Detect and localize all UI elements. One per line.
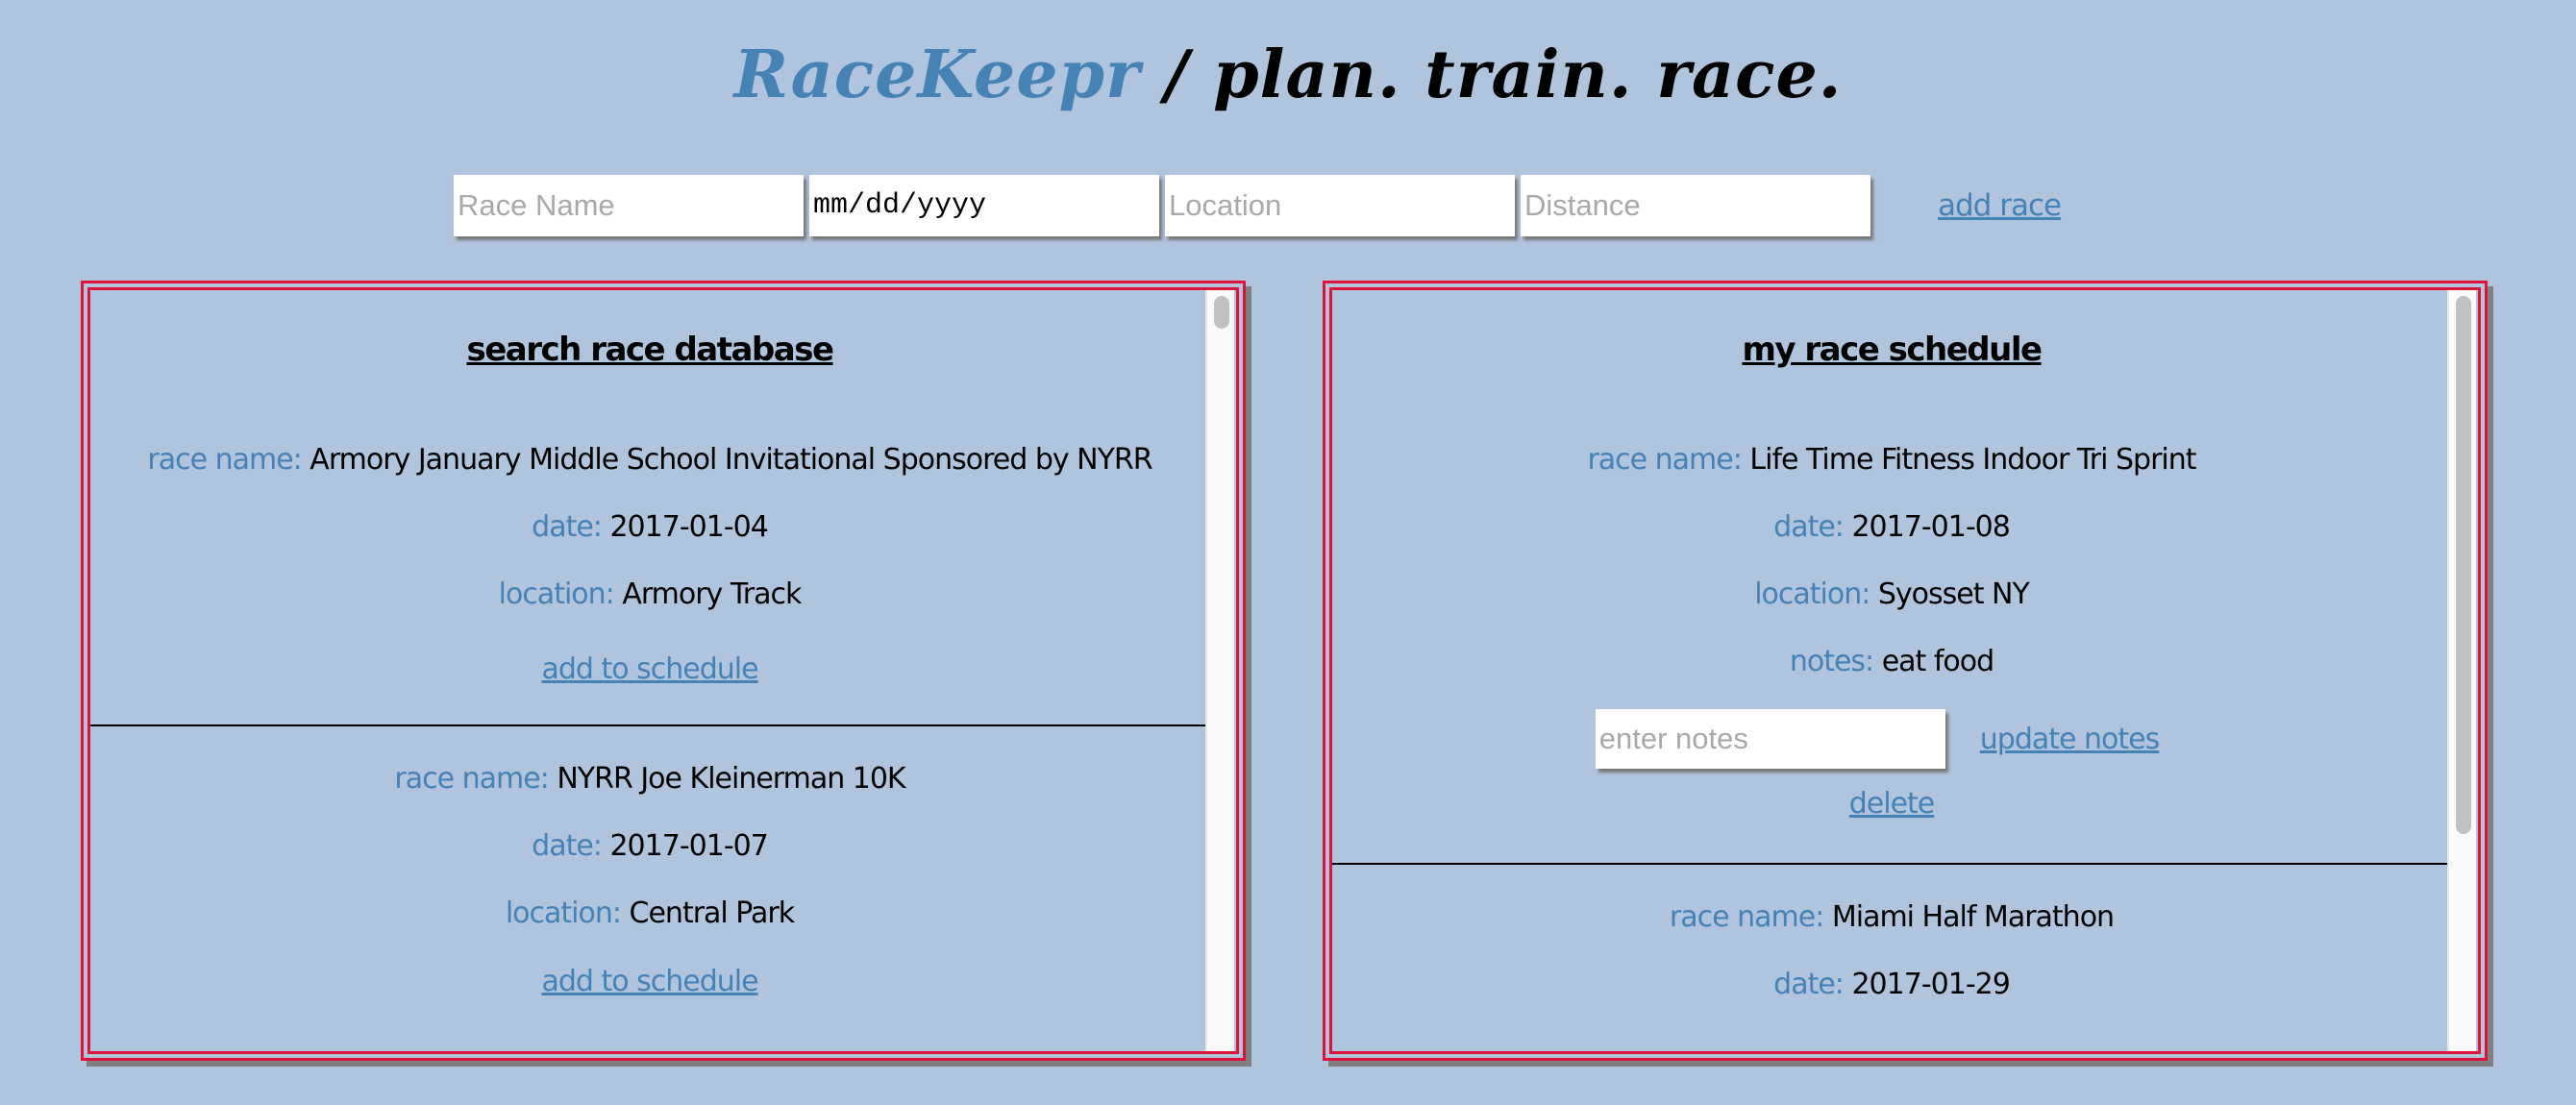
schedule-race-item: race name: Miami Half Marathon date: 201…	[1332, 865, 2451, 1019]
search-panel-scrollbar[interactable]	[1205, 290, 1234, 1051]
date-value: 2017-01-07	[609, 829, 768, 863]
tagline: plan. train. race.	[1213, 37, 1843, 113]
search-race-panel: search race database race name: Armory J…	[81, 281, 1246, 1061]
location-row: location: Central Park	[90, 880, 1209, 947]
add-to-schedule-button[interactable]: add to schedule	[541, 652, 758, 686]
location-value: Central Park	[629, 896, 796, 930]
date-row: date: 2017-01-08	[1332, 494, 2451, 561]
race-name-label: race name:	[147, 443, 302, 477]
add-race-form: add race	[454, 175, 2062, 236]
search-race-item: race name: NYRR Joe Kleinerman 10K date:…	[90, 726, 1209, 1017]
date-row: date: 2017-01-07	[90, 813, 1209, 880]
race-name-value: Life Time Fitness Indoor Tri Sprint	[1749, 443, 2196, 477]
location-value: Armory Track	[622, 577, 802, 611]
race-name-label: race name:	[1669, 900, 1824, 934]
race-name-row: race name: Life Time Fitness Indoor Tri …	[1332, 427, 2451, 494]
date-row: date: 2017-01-29	[1332, 951, 2451, 1019]
location-input[interactable]	[1165, 175, 1515, 236]
location-value: Syosset NY	[1877, 577, 2030, 611]
scrollbar-thumb[interactable]	[1214, 296, 1229, 329]
date-label: date:	[1773, 510, 1845, 544]
schedule-panel-scrollbar[interactable]	[2447, 290, 2476, 1051]
race-name-label: race name:	[394, 762, 549, 796]
add-to-schedule-button[interactable]: add to schedule	[541, 965, 758, 998]
schedule-panel-heading: my race schedule	[1742, 331, 2043, 369]
race-name-row: race name: Miami Half Marathon	[1332, 884, 2451, 951]
title-separator: /	[1140, 37, 1214, 113]
search-panel-heading: search race database	[466, 331, 834, 369]
race-name-row: race name: Armory January Middle School …	[90, 427, 1209, 494]
notes-label: notes:	[1789, 645, 1874, 678]
date-value: 2017-01-08	[1851, 510, 2010, 544]
location-row: location: Syosset NY	[1332, 561, 2451, 628]
distance-input[interactable]	[1521, 175, 1870, 236]
notes-row: notes: eat food	[1332, 628, 2451, 696]
race-date-input[interactable]	[809, 175, 1159, 236]
location-label: location:	[498, 577, 615, 611]
date-row: date: 2017-01-04	[90, 494, 1209, 561]
race-schedule-list[interactable]: my race schedule race name: Life Time Fi…	[1332, 290, 2451, 1051]
race-name-input[interactable]	[454, 175, 804, 236]
notes-value: eat food	[1881, 645, 1994, 678]
search-race-item: race name: Armory January Middle School …	[90, 398, 1209, 724]
scrollbar-thumb[interactable]	[2456, 296, 2471, 834]
location-label: location:	[1754, 577, 1870, 611]
notes-editor: update notes	[1332, 696, 2451, 782]
race-name-value: Miami Half Marathon	[1831, 900, 2115, 934]
location-label: location:	[505, 896, 622, 930]
date-label: date:	[532, 829, 603, 863]
delete-button[interactable]: delete	[1849, 787, 1936, 821]
race-name-value: NYRR Joe Kleinerman 10K	[557, 762, 905, 796]
date-label: date:	[1773, 968, 1845, 1001]
brand-logo: RaceKeepr	[733, 37, 1141, 113]
search-race-list[interactable]: search race database race name: Armory J…	[90, 290, 1209, 1051]
location-row: location: Armory Track	[90, 561, 1209, 628]
update-notes-button[interactable]: update notes	[1980, 723, 2160, 756]
date-value: 2017-01-29	[1851, 968, 2010, 1001]
race-name-label: race name:	[1587, 443, 1742, 477]
date-label: date:	[532, 510, 603, 544]
app-title: RaceKeepr / plan. train. race.	[0, 27, 2576, 123]
race-name-value: Armory January Middle School Invitationa…	[310, 443, 1152, 477]
race-name-row: race name: NYRR Joe Kleinerman 10K	[90, 746, 1209, 813]
date-value: 2017-01-04	[609, 510, 768, 544]
schedule-race-item: race name: Life Time Fitness Indoor Tri …	[1332, 398, 2451, 863]
add-race-button[interactable]: add race	[1938, 188, 2062, 223]
notes-input[interactable]	[1595, 709, 1945, 769]
race-schedule-panel: my race schedule race name: Life Time Fi…	[1323, 281, 2488, 1061]
